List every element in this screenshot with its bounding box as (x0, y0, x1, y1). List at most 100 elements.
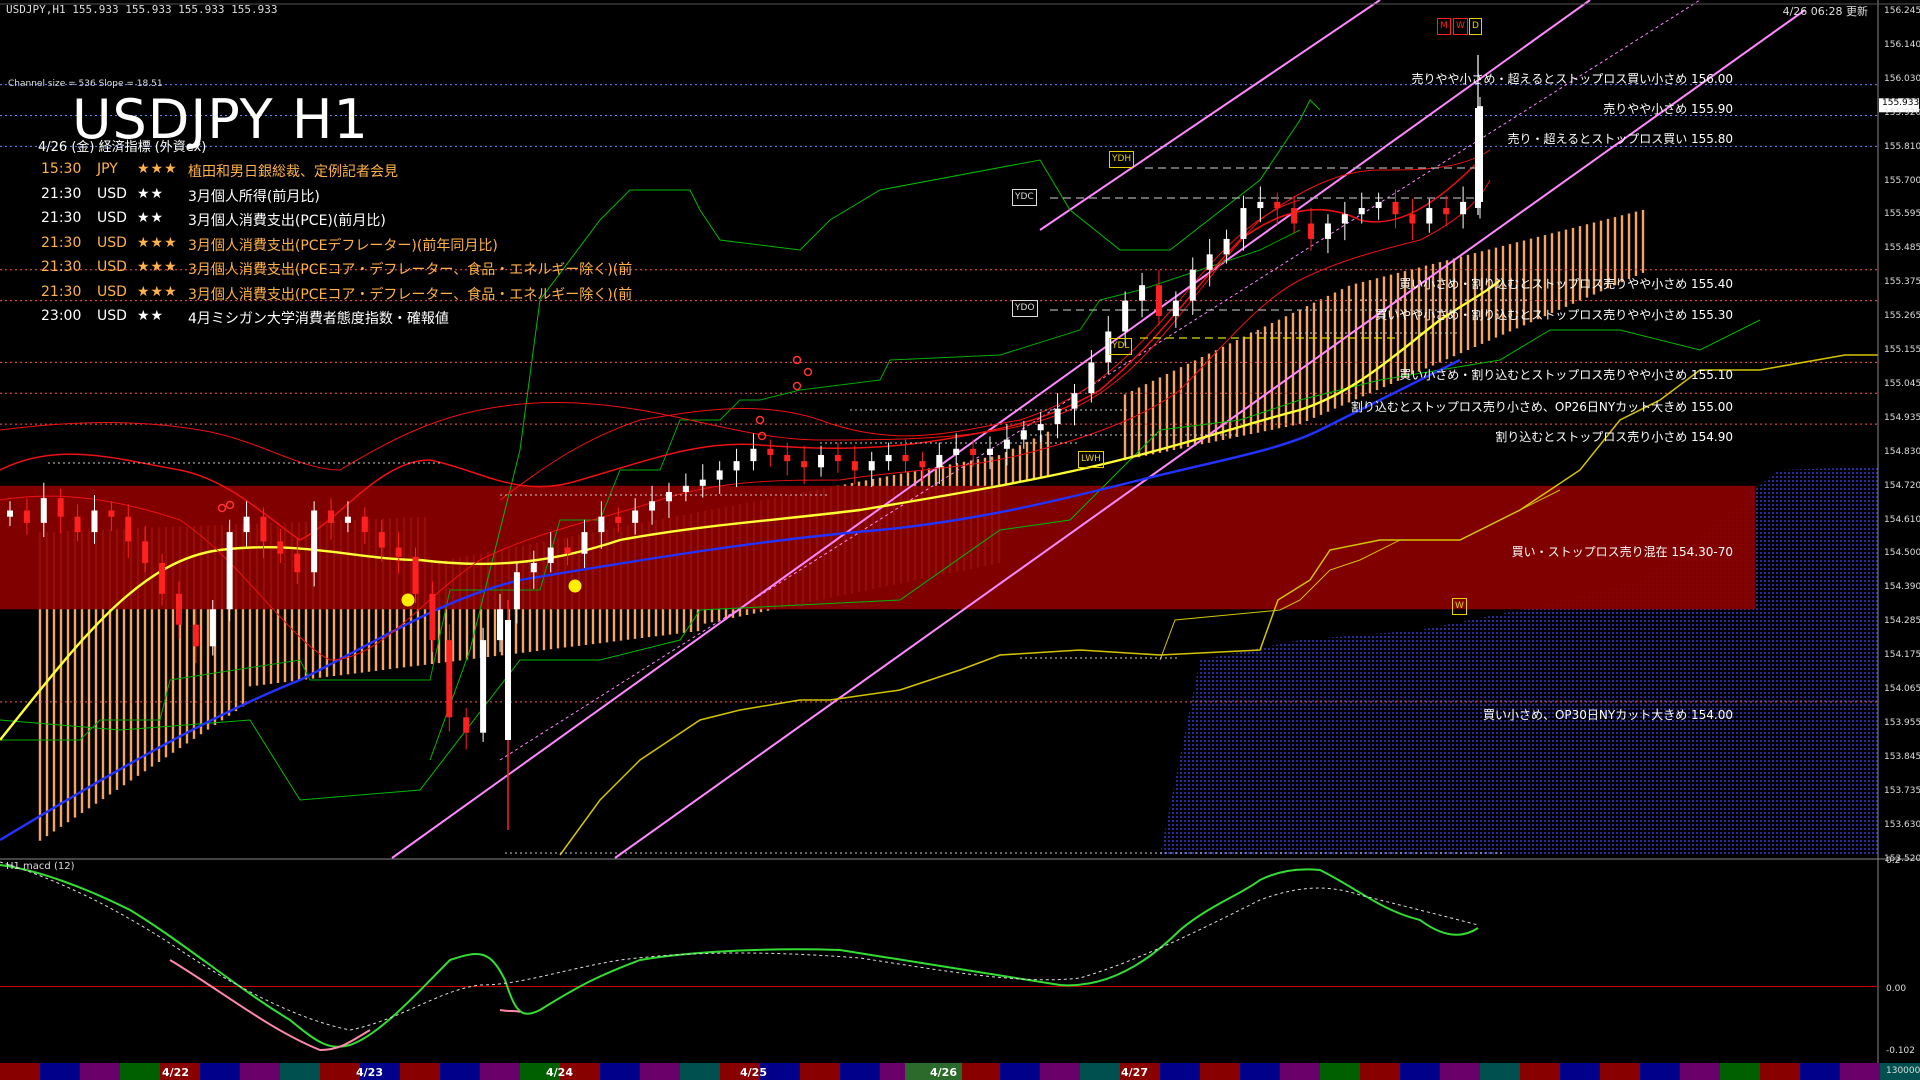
candle-down (970, 448, 977, 455)
candle-down (378, 532, 385, 548)
session-segment (120, 1063, 160, 1080)
candle-up (1172, 300, 1179, 317)
price-tick: 154.065 (1884, 684, 1920, 694)
candle-down (1443, 208, 1450, 215)
candle-down (192, 624, 199, 647)
spike-candle (1475, 108, 1481, 208)
candle-up (1139, 285, 1146, 301)
event-stars: ★★★ (137, 283, 178, 300)
candle-down (142, 541, 149, 563)
price-tick: 156.030 (1884, 73, 1920, 84)
price-tick: 155.155 (1884, 345, 1920, 355)
candle-down (395, 547, 402, 557)
event-time: 21:30 (41, 210, 82, 226)
session-segment (1240, 1063, 1280, 1080)
session-segment (1760, 1063, 1800, 1080)
candle-up (868, 461, 875, 471)
session-segment (1000, 1063, 1040, 1080)
session-segment (960, 1063, 1000, 1080)
macd-tick: 0.2 (1886, 856, 1901, 866)
event-stars: ★★★ (137, 234, 178, 251)
candle-up (209, 609, 216, 647)
candle-up (1122, 300, 1129, 332)
candle-down (1274, 201, 1281, 209)
candle-up (581, 532, 588, 554)
candle-up (1257, 201, 1264, 209)
candle-down (412, 556, 419, 594)
price-tick: 154.390 (1884, 582, 1920, 593)
candle-up (243, 516, 250, 533)
event-stars: ★★★ (137, 259, 178, 275)
event-stars: ★★ (137, 185, 165, 202)
candle-down (108, 510, 115, 517)
price-annotation: 割り込むとストップロス売り小さめ、OP26日NYカット大きめ 155.00 (1350, 400, 1733, 414)
event-currency: USD (97, 283, 127, 300)
candle-up (344, 516, 351, 523)
session-segment (1320, 1063, 1360, 1080)
candle-up (530, 562, 537, 573)
price-tick: 155.810 (1884, 141, 1920, 152)
session-segment (40, 1063, 80, 1080)
price-tick: 155.920 (1884, 107, 1920, 118)
candle-up (1240, 208, 1247, 239)
session-segment (480, 1063, 520, 1080)
candle-up (1223, 238, 1230, 255)
ydo-marker: YDO (1012, 300, 1038, 317)
session-segment (840, 1063, 880, 1080)
price-tick: 154.500 (1884, 548, 1920, 559)
date-label: 4/22 (162, 1066, 189, 1079)
session-segment (1200, 1063, 1240, 1080)
candle-up (649, 501, 656, 511)
symbol-header: USDJPY,H1 155.933 155.933 155.933 155.93… (6, 3, 278, 16)
price-tick: 153.735 (1884, 785, 1920, 796)
ydl-marker: YDL (1109, 338, 1133, 355)
price-tick: 155.375 (1884, 277, 1920, 288)
candle-up (1037, 424, 1044, 431)
candle-down (1308, 223, 1315, 239)
candle-down (1155, 285, 1162, 317)
candle-up (818, 454, 825, 468)
session-segment (1680, 1063, 1720, 1080)
event-time: 21:30 (41, 185, 82, 202)
price-tick: 153.845 (1884, 751, 1920, 762)
candle-up (953, 448, 960, 455)
macd-tick: -0.102 (1886, 1046, 1916, 1056)
event-currency: USD (97, 185, 127, 202)
candle-up (1020, 430, 1027, 440)
session-segment (1600, 1063, 1640, 1080)
candle-up (497, 609, 503, 641)
candle-down (328, 510, 335, 523)
candle-down (564, 547, 571, 554)
candle-down (1392, 201, 1399, 215)
price-tick: 154.175 (1884, 650, 1920, 661)
candle-up (632, 510, 639, 523)
date-label: 4/27 (1121, 1066, 1148, 1079)
candle-up (7, 510, 13, 517)
price-tick: 153.955 (1884, 717, 1920, 728)
event-text: 3月個人消費支出(PCEコア・デフレーター、食品・エネルギー除く)(前 (188, 262, 633, 278)
session-segment (1800, 1063, 1840, 1080)
event-time: 21:30 (41, 259, 82, 275)
candle-up (513, 572, 520, 610)
event-currency: JPY (97, 161, 118, 177)
candle-up (598, 516, 605, 533)
event-time: 21:30 (41, 283, 82, 300)
candle-down (23, 510, 30, 523)
candle-down (834, 454, 841, 462)
price-tick: 156.245 (1884, 6, 1920, 16)
session-segment (1080, 1063, 1120, 1080)
candle-down (767, 448, 774, 455)
candle-up (987, 448, 993, 455)
candle-down (361, 516, 368, 533)
date-label: 4/24 (546, 1066, 573, 1079)
session-segment (1400, 1063, 1440, 1080)
event-time: 21:30 (41, 234, 82, 251)
candle-up (226, 532, 233, 610)
candle-down (125, 516, 132, 542)
candle-up (716, 470, 723, 480)
candle-up (1054, 408, 1061, 425)
date-label: 4/25 (740, 1066, 767, 1079)
macd-label: H1 macd (12) (6, 861, 75, 872)
price-annotation: 買い・ストップロス売り混在 154.30-70 (1511, 545, 1733, 559)
session-segment (1480, 1063, 1520, 1080)
